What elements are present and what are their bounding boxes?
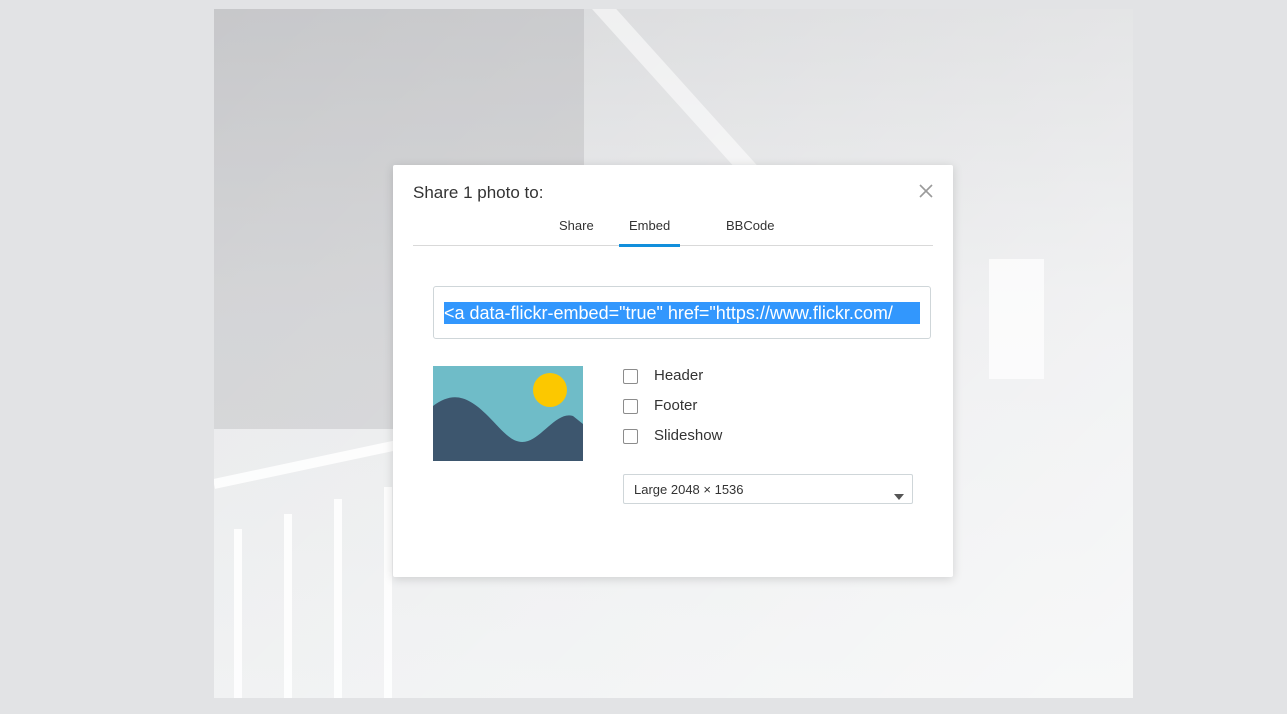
close-icon[interactable]	[917, 182, 935, 200]
footer-option[interactable]: Footer	[623, 398, 722, 428]
header-option-label: Header	[654, 367, 704, 384]
share-dialog: Share 1 photo to: Share Embed BBCode <a …	[393, 165, 953, 577]
tab-share[interactable]: Share	[549, 219, 604, 244]
footer-option-label: Footer	[654, 397, 698, 414]
slideshow-checkbox[interactable]	[623, 429, 638, 444]
embed-code-text: <a data-flickr-embed="true" href="https:…	[444, 302, 920, 324]
size-select[interactable]: Large 2048 × 1536	[623, 474, 913, 504]
slideshow-option[interactable]: Slideshow	[623, 428, 722, 458]
embed-code-field[interactable]: <a data-flickr-embed="true" href="https:…	[433, 286, 931, 339]
landscape-icon	[433, 366, 583, 461]
tab-bbcode[interactable]: BBCode	[716, 219, 784, 244]
chevron-down-icon	[894, 487, 904, 505]
header-option[interactable]: Header	[623, 368, 722, 398]
header-checkbox[interactable]	[623, 369, 638, 384]
size-select-value: Large 2048 × 1536	[634, 482, 744, 497]
embed-preview-image	[433, 366, 583, 461]
footer-checkbox[interactable]	[623, 399, 638, 414]
tab-embed[interactable]: Embed	[619, 219, 681, 247]
tab-bar: Share Embed BBCode	[413, 215, 933, 247]
dialog-title: Share 1 photo to:	[413, 183, 544, 202]
embed-options: Header Footer Slideshow	[623, 368, 722, 458]
slideshow-option-label: Slideshow	[654, 427, 723, 444]
